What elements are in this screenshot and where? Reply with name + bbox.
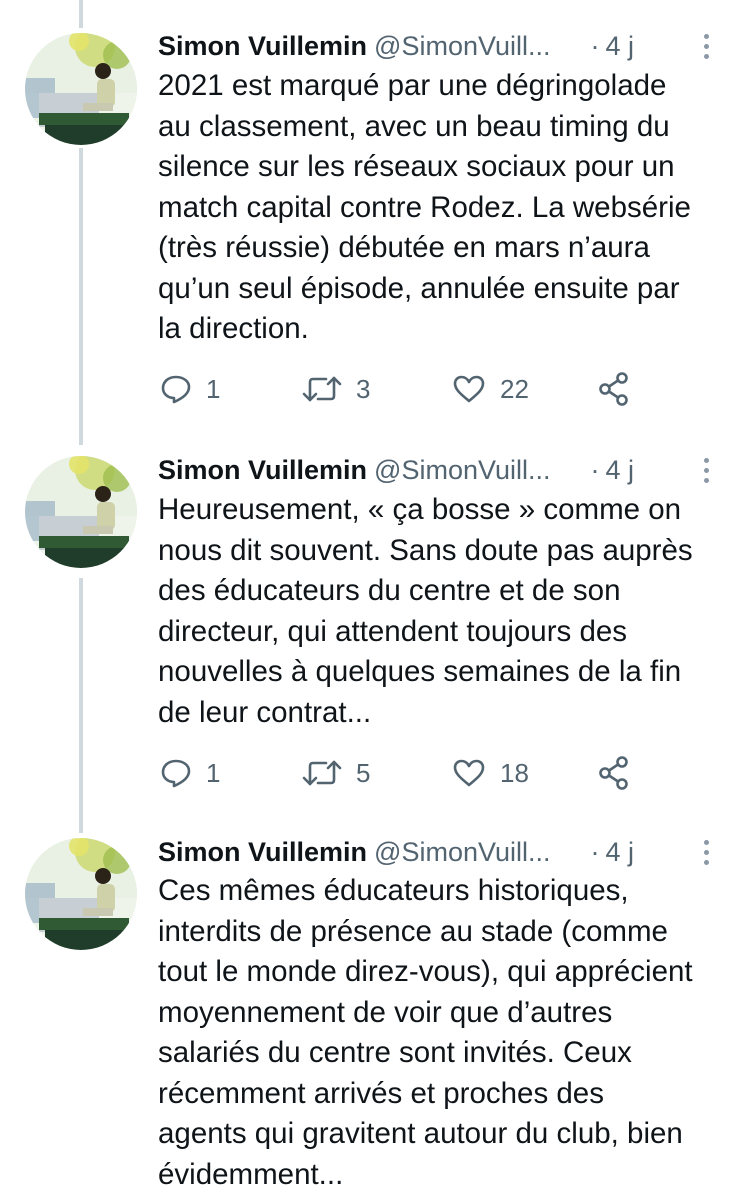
tweet-text: Heureusement, « ça bosse » comme on nous… bbox=[158, 490, 718, 733]
share-icon bbox=[599, 372, 628, 406]
tweet-text-line: récemment arrivés et proches des bbox=[158, 1076, 604, 1110]
timestamp[interactable]: 4 j bbox=[606, 31, 635, 62]
separator-dot: · bbox=[590, 836, 600, 867]
heart-icon bbox=[453, 759, 485, 787]
tweet-text-line: agents qui gravitent autour du club, bie… bbox=[158, 1117, 683, 1150]
tweet-text-line: évidemment... bbox=[158, 1157, 344, 1191]
author-handle[interactable]: @SimonVuill... bbox=[374, 455, 550, 486]
retweet-button[interactable]: 3 bbox=[302, 369, 370, 409]
tweet-text-line: la direction. bbox=[158, 312, 309, 345]
author-name[interactable]: Simon Vuillemin bbox=[158, 31, 367, 62]
tweet-text-line: tout le monde direz-vous), qui apprécien… bbox=[158, 955, 693, 988]
retweet-count: 3 bbox=[356, 373, 371, 404]
tweet-text-line: silence sur les réseaux sociaux pour un bbox=[158, 150, 675, 183]
timestamp[interactable]: 4 j bbox=[606, 837, 635, 868]
retweet-icon bbox=[302, 760, 342, 786]
tweet-text: 2021 est marqué par une dégringolade au … bbox=[158, 66, 718, 350]
retweet-button[interactable]: 5 bbox=[302, 753, 370, 793]
more-options-icon[interactable] bbox=[696, 26, 716, 66]
reply-button[interactable]: 1 bbox=[160, 753, 220, 793]
tweet-text-line: salariés du centre sont invités. Ceux bbox=[158, 1036, 632, 1069]
avatar[interactable] bbox=[25, 456, 137, 568]
tweet-text-line: Heureusement, « ça bosse » comme on bbox=[158, 493, 682, 526]
tweet-text-line: (très réussie) débutée en mars n’aura bbox=[158, 231, 650, 264]
tweet[interactable]: Simon Vuillemin @SimonVuill... · 4 j Heu… bbox=[0, 440, 744, 830]
share-button[interactable] bbox=[598, 369, 630, 409]
tweet-text-line: Ces mêmes éducateurs historiques, bbox=[158, 874, 629, 907]
author-name[interactable]: Simon Vuillemin bbox=[158, 455, 367, 486]
reply-icon bbox=[161, 759, 191, 788]
avatar-image bbox=[25, 33, 137, 145]
tweet-text-line: 2021 est marqué par une dégringolade bbox=[158, 69, 667, 102]
tweet-actions: 1 5 18 bbox=[158, 753, 638, 793]
tweet-text-line: de leur contrat... bbox=[158, 695, 372, 729]
avatar-image bbox=[25, 456, 137, 568]
tweet-text: Ces mêmes éducateurs historiques, interd… bbox=[158, 871, 718, 1195]
timestamp[interactable]: 4 j bbox=[606, 455, 635, 486]
tweet-text-line: match capital contre Rodez. La websérie bbox=[158, 190, 691, 224]
avatar-image bbox=[25, 838, 137, 950]
tweet-text-line: des éducateurs du centre et de son bbox=[158, 574, 621, 607]
author-handle[interactable]: @SimonVuill... bbox=[374, 837, 550, 868]
like-button[interactable]: 18 bbox=[452, 753, 529, 793]
reply-count: 1 bbox=[206, 757, 221, 788]
share-button[interactable] bbox=[598, 753, 630, 793]
heart-icon bbox=[453, 375, 485, 403]
tweet-text-line: directeur, qui attendent toujours des bbox=[158, 614, 628, 648]
tweet-actions: 1 3 22 bbox=[158, 369, 638, 409]
avatar[interactable] bbox=[25, 33, 137, 145]
share-icon bbox=[599, 756, 628, 790]
tweet-text-line: moyennement de voir que d’autres bbox=[158, 995, 613, 1029]
separator-dot: · bbox=[590, 30, 600, 61]
tweet-text-line: qu’un seul épisode, annulée ensuite par bbox=[158, 271, 680, 305]
tweet[interactable]: Simon Vuillemin @SimonVuill... · 4 j 202… bbox=[0, 0, 744, 440]
like-count: 22 bbox=[500, 373, 529, 404]
like-button[interactable]: 22 bbox=[452, 369, 529, 409]
retweet-count: 5 bbox=[356, 757, 371, 788]
like-count: 18 bbox=[500, 757, 529, 788]
reply-button[interactable]: 1 bbox=[160, 369, 220, 409]
reply-count: 1 bbox=[206, 373, 221, 404]
tweet-text-line: interdits de présence au stade (comme bbox=[158, 914, 668, 948]
tweet[interactable]: Simon Vuillemin @SimonVuill... · 4 j Ces… bbox=[0, 830, 744, 1200]
reply-icon bbox=[161, 375, 191, 404]
avatar[interactable] bbox=[25, 838, 137, 950]
retweet-icon bbox=[302, 376, 342, 402]
author-name[interactable]: Simon Vuillemin bbox=[158, 837, 367, 868]
author-handle[interactable]: @SimonVuill... bbox=[374, 31, 550, 62]
tweet-text-line: nous dit souvent. Sans doute pas auprès bbox=[158, 533, 693, 567]
more-options-icon[interactable] bbox=[696, 832, 716, 872]
separator-dot: · bbox=[590, 454, 600, 485]
tweet-text-line: au classement, avec un beau timing du bbox=[158, 109, 670, 143]
more-options-icon[interactable] bbox=[696, 450, 716, 490]
tweet-text-line: nouvelles à quelques semaines de la fin bbox=[158, 655, 682, 688]
